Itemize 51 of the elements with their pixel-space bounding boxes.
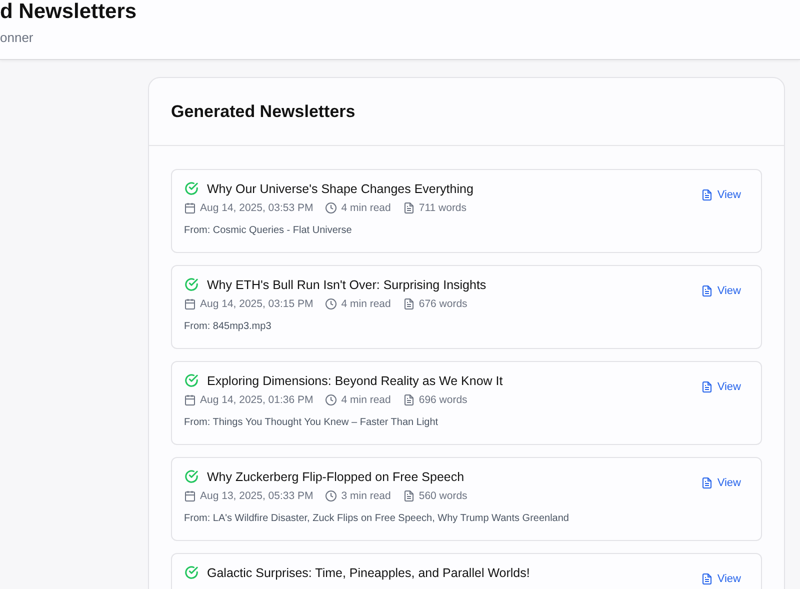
clock-icon bbox=[325, 490, 338, 502]
word-count-text: 676 words bbox=[418, 298, 468, 310]
read-time-text: 3 min read bbox=[341, 490, 391, 502]
document-icon bbox=[402, 202, 415, 214]
check-circle-icon bbox=[184, 469, 199, 484]
document-icon bbox=[701, 285, 714, 297]
date-text: Aug 13, 2025, 05:33 PM bbox=[200, 490, 314, 502]
document-icon bbox=[701, 189, 714, 201]
panel-title: Generated Newsletters bbox=[149, 78, 784, 146]
view-button[interactable]: View bbox=[693, 281, 749, 301]
view-button[interactable]: View bbox=[693, 377, 749, 397]
document-icon bbox=[701, 381, 714, 393]
calendar-icon bbox=[184, 490, 196, 502]
document-icon bbox=[402, 394, 415, 406]
newsletter-title: Why ETH's Bull Run Isn't Over: Surprising Insights bbox=[207, 278, 486, 292]
word-count-text: 711 words bbox=[418, 202, 467, 214]
read-time-text: 4 min read bbox=[341, 394, 391, 406]
page-subtitle: onner bbox=[0, 31, 34, 46]
clock-icon bbox=[325, 394, 338, 406]
document-icon bbox=[402, 298, 415, 310]
check-circle-icon bbox=[184, 373, 199, 388]
newsletter-title: Why Zuckerberg Flip-Flopped on Free Speech bbox=[207, 470, 464, 484]
read-time-text: 4 min read bbox=[341, 298, 391, 310]
source-text: From: Things You Thought You Knew – Faster Than Light bbox=[184, 417, 440, 428]
document-icon bbox=[701, 573, 714, 585]
source-text: From: LA's Wildfire Disaster, Zuck Flips on Free Speech, Why Trump Wants Greenland bbox=[184, 513, 569, 524]
word-count-text: 560 words bbox=[418, 490, 468, 502]
clock-icon bbox=[325, 202, 338, 214]
check-circle-icon bbox=[184, 565, 199, 580]
read-time-text: 4 min read bbox=[341, 202, 391, 214]
view-button[interactable]: View bbox=[693, 569, 749, 589]
calendar-icon bbox=[184, 394, 196, 406]
date-text: Aug 14, 2025, 03:53 PM bbox=[200, 202, 314, 214]
newsletter-title: Galactic Surprises: Time, Pineapples, and Parallel Worlds! bbox=[207, 566, 530, 580]
document-icon bbox=[701, 477, 714, 489]
newsletter-title: Exploring Dimensions: Beyond Reality as We Know It bbox=[207, 374, 503, 388]
source-text: From: Cosmic Queries - Flat Universe bbox=[184, 225, 353, 236]
date-text: Aug 14, 2025, 03:15 PM bbox=[200, 298, 314, 310]
newsletter-title: Why Our Universe's Shape Changes Everything bbox=[207, 182, 474, 196]
source-text: From: 845mp3.mp3 bbox=[184, 321, 272, 332]
date-text: Aug 14, 2025, 01:36 PM bbox=[200, 394, 314, 406]
view-button[interactable]: View bbox=[693, 473, 749, 493]
clock-icon bbox=[325, 298, 338, 310]
check-circle-icon bbox=[184, 181, 199, 196]
calendar-icon bbox=[184, 202, 196, 214]
check-circle-icon bbox=[184, 277, 199, 292]
calendar-icon bbox=[184, 298, 196, 310]
word-count-text: 696 words bbox=[418, 394, 468, 406]
view-button[interactable]: View bbox=[693, 185, 749, 205]
page-title: d Newsletters bbox=[0, 0, 137, 24]
document-icon bbox=[402, 490, 415, 502]
